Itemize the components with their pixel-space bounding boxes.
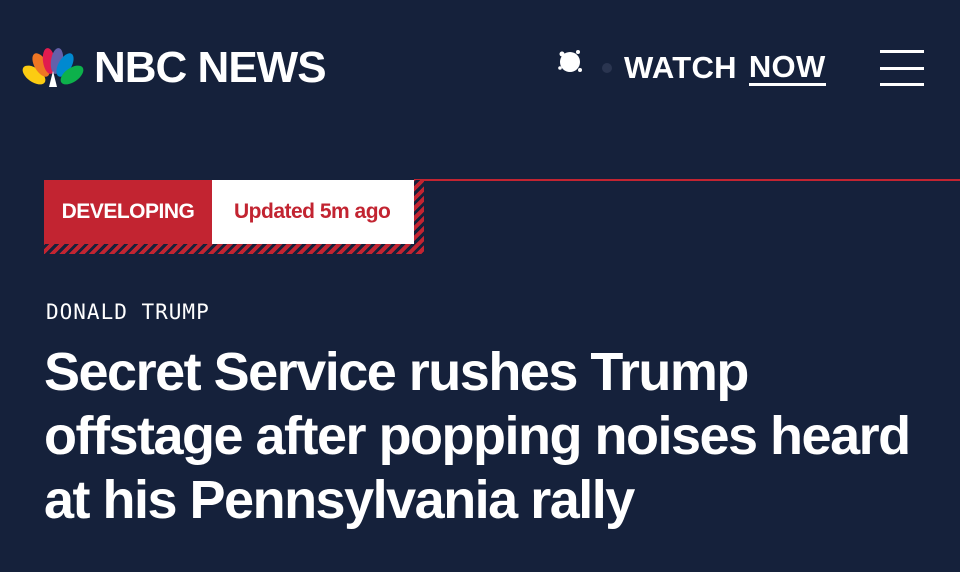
nbc-peacock-icon xyxy=(22,48,84,87)
watch-now-link[interactable]: WATCH NOW xyxy=(602,50,826,86)
brand-name: NBC NEWS xyxy=(94,43,327,92)
menu-line xyxy=(880,83,924,86)
menu-line xyxy=(880,66,924,70)
developing-label: DEVELOPING xyxy=(44,180,212,244)
live-indicator-icon xyxy=(558,50,582,72)
watch-label: WATCH xyxy=(624,50,737,85)
live-bullet-icon xyxy=(602,63,612,73)
nbc-news-logo[interactable]: NBC NEWS xyxy=(22,43,327,92)
updated-timestamp: Updated 5m ago xyxy=(212,180,414,244)
article-headline[interactable]: Secret Service rushes Trump offstage aft… xyxy=(44,340,944,532)
now-label: NOW xyxy=(748,48,826,86)
site-header: NBC NEWS WATCH NOW xyxy=(0,0,960,140)
article-category[interactable]: DONALD TRUMP xyxy=(46,300,210,324)
developing-badge: DEVELOPING Updated 5m ago xyxy=(44,180,424,254)
hamburger-menu-icon[interactable] xyxy=(880,50,924,86)
breaking-divider xyxy=(414,179,960,181)
menu-line xyxy=(880,50,924,53)
badge-body: DEVELOPING Updated 5m ago xyxy=(44,180,414,244)
